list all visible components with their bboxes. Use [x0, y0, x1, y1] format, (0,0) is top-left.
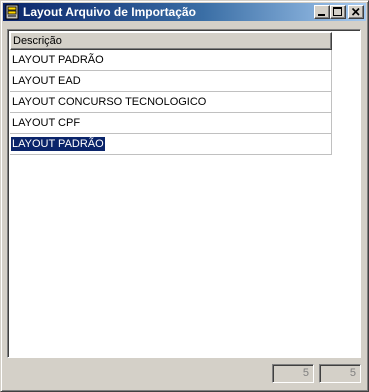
table-row[interactable]: LAYOUT CPF	[10, 113, 332, 134]
window-title: Layout Arquivo de Importação	[23, 5, 196, 19]
row-cell: LAYOUT CPF	[12, 117, 81, 129]
table-row-selected[interactable]: LAYOUT PADRÃO	[10, 134, 332, 155]
title-bar[interactable]: Layout Arquivo de Importação	[3, 3, 366, 21]
maximize-button[interactable]	[330, 5, 346, 19]
close-button[interactable]	[348, 5, 364, 19]
column-header-descricao[interactable]: Descrição	[10, 32, 332, 50]
minimize-icon	[318, 14, 325, 16]
minimize-button[interactable]	[314, 5, 330, 19]
row-cell: LAYOUT EAD	[12, 75, 81, 87]
layout-grid[interactable]: Descrição LAYOUT PADRÃO LAYOUT EAD LAYOU…	[7, 29, 361, 358]
row-cell: LAYOUT PADRÃO	[12, 54, 104, 66]
grid-rows: LAYOUT PADRÃO LAYOUT EAD LAYOUT CONCURSO…	[10, 50, 332, 155]
table-row[interactable]: LAYOUT CONCURSO TECNOLOGICO	[10, 92, 332, 113]
main-window: Layout Arquivo de Importação Descrição L…	[0, 0, 369, 392]
database-icon	[5, 4, 19, 20]
title-buttons	[314, 5, 364, 19]
row-cell: LAYOUT CONCURSO TECNOLOGICO	[12, 96, 207, 108]
maximize-icon	[333, 7, 342, 16]
record-counter-current: 5	[272, 364, 314, 383]
row-cell: LAYOUT PADRÃO	[10, 136, 106, 152]
table-row[interactable]: LAYOUT PADRÃO	[10, 50, 332, 71]
record-counter-total: 5	[319, 364, 361, 383]
close-icon	[351, 7, 360, 16]
table-row[interactable]: LAYOUT EAD	[10, 71, 332, 92]
